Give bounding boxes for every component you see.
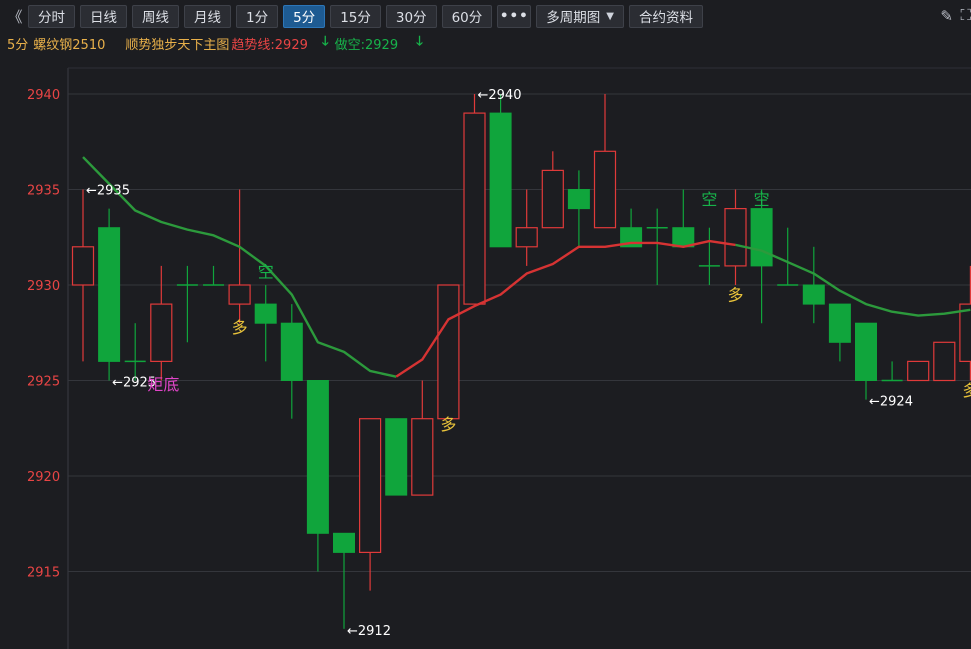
candle-body	[254, 303, 277, 324]
candle-body	[437, 284, 460, 420]
y-tick-label: 2935	[27, 184, 60, 199]
candle-body	[593, 150, 617, 229]
candle-body	[828, 303, 851, 343]
candle-body	[333, 532, 355, 553]
buy-signal-label: 多	[728, 285, 744, 304]
candle-body	[280, 322, 303, 382]
y-tick-label: 2920	[27, 470, 60, 485]
y-tick-label: 2930	[27, 279, 60, 294]
price-annotation: ←2940	[478, 88, 522, 103]
candle-body	[567, 189, 590, 210]
candle-body	[724, 208, 747, 267]
candle-body	[802, 284, 825, 305]
candle-body	[359, 418, 382, 554]
candle-body	[541, 169, 564, 229]
pattern-label: 矩底	[147, 375, 179, 394]
candle-body	[515, 227, 538, 248]
trend-line-green	[735, 243, 971, 317]
price-annotation: ←2924	[869, 395, 913, 410]
candle-body	[959, 303, 971, 363]
candle-body	[71, 246, 95, 286]
sell-signal-label: 空	[754, 190, 770, 209]
buy-signal-label: 多	[440, 415, 456, 434]
buy-signal-label: 多	[232, 318, 248, 337]
candle-body	[306, 380, 329, 534]
buy-signal-label: 多	[962, 381, 971, 400]
candle-body	[855, 322, 877, 382]
price-annotation: ←2935	[86, 184, 130, 199]
candle-body	[98, 227, 121, 362]
y-tick-label: 2940	[27, 88, 60, 103]
candle-body	[228, 284, 251, 305]
candlestick-chart[interactable]: 291529202925293029352940←2935←2925←2940←…	[0, 0, 971, 649]
candle-body	[750, 208, 773, 267]
candle-body	[672, 227, 695, 248]
price-annotation: ←2912	[347, 624, 391, 639]
candle-body	[933, 341, 956, 382]
candle-body	[463, 112, 486, 305]
y-tick-label: 2925	[27, 375, 60, 390]
candle-body	[385, 418, 408, 496]
sell-signal-label: 空	[701, 190, 717, 209]
candle-body	[411, 418, 434, 496]
sell-signal-label: 空	[258, 262, 274, 281]
candle-body	[489, 112, 512, 248]
candle-body	[150, 303, 173, 363]
candle-body	[907, 360, 930, 382]
y-tick-label: 2915	[27, 566, 60, 581]
